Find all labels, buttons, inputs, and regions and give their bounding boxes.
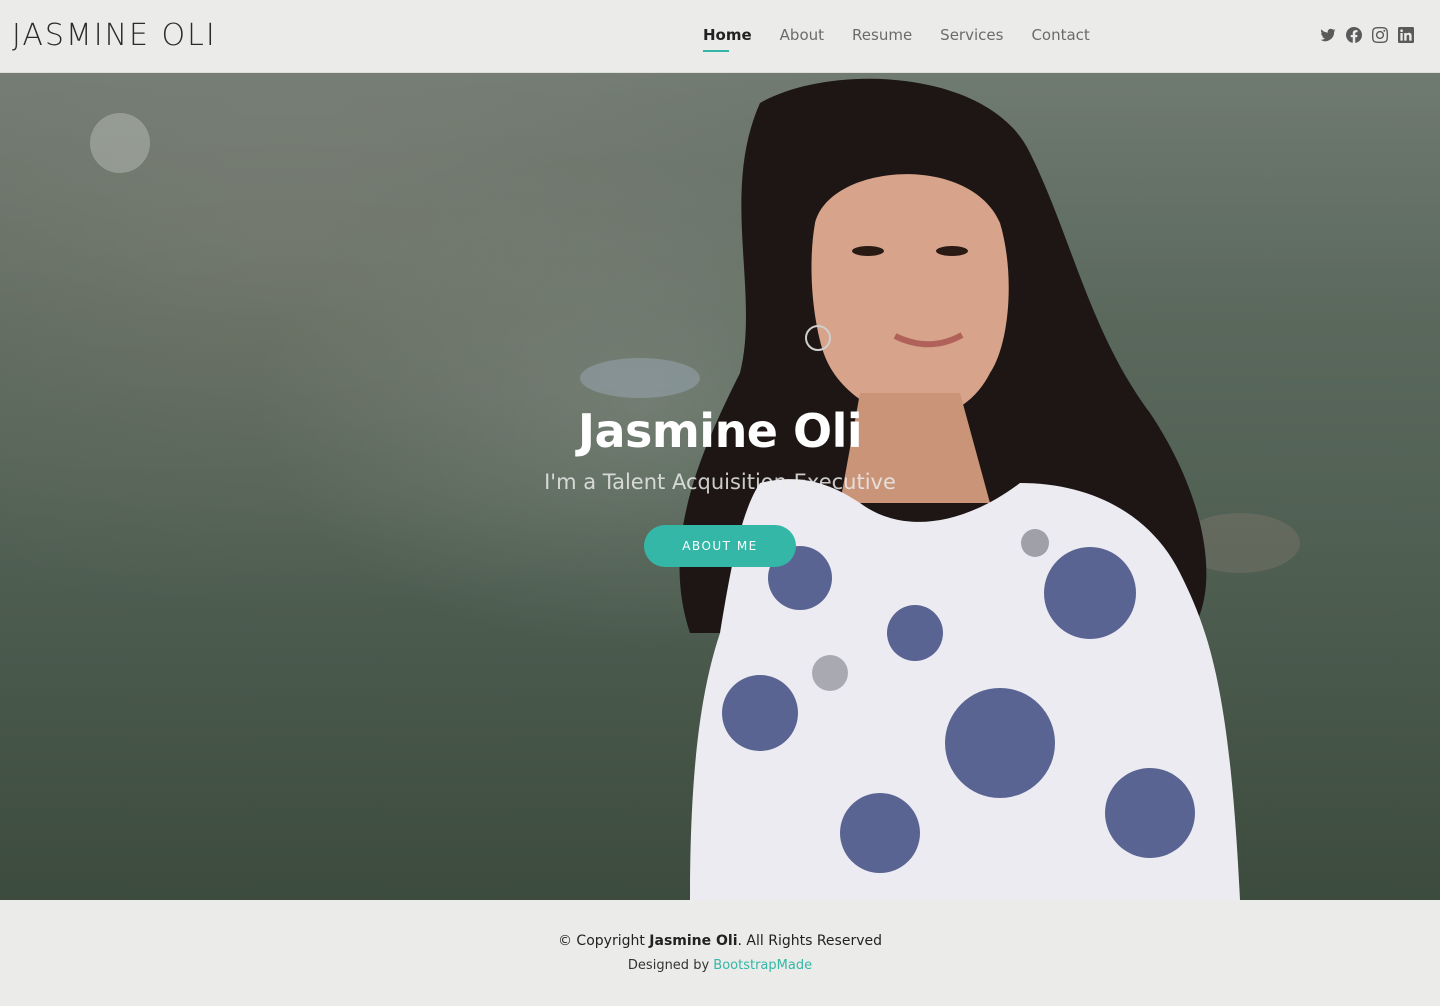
about-me-button[interactable]: About Me	[644, 525, 796, 567]
credits-prefix: Designed by	[627, 958, 710, 973]
twitter-icon[interactable]	[1320, 26, 1336, 44]
nav-services[interactable]: Services	[940, 26, 1003, 52]
instagram-icon[interactable]	[1372, 26, 1388, 44]
facebook-icon[interactable]	[1346, 26, 1362, 44]
nav-contact[interactable]: Contact	[1031, 26, 1089, 52]
copyright-suffix: . All Rights Reserved	[737, 933, 882, 949]
copyright-prefix: © Copyright	[557, 933, 645, 949]
nav-resume[interactable]: Resume	[852, 26, 912, 52]
site-logo[interactable]: JASMINE OLI	[12, 17, 217, 55]
nav-home[interactable]: Home	[703, 26, 752, 52]
designer-link[interactable]: BootstrapMade	[713, 958, 812, 973]
main-nav: Home About Resume Services Contact	[703, 26, 1090, 52]
linkedin-icon[interactable]	[1398, 26, 1414, 44]
hero-subtitle: I'm a Talent Acquisition Executive	[544, 470, 896, 494]
site-footer: © Copyright Jasmine Oli. All Rights Rese…	[0, 900, 1440, 1006]
site-header: JASMINE OLI Home About Resume Services C…	[0, 0, 1440, 73]
hero-title: Jasmine Oli	[577, 404, 863, 458]
credits-text: Designed by BootstrapMade	[0, 957, 1440, 975]
nav-about[interactable]: About	[780, 26, 824, 52]
copyright-text: © Copyright Jasmine Oli. All Rights Rese…	[0, 932, 1440, 950]
hero-section: Jasmine Oli I'm a Talent Acquisition Exe…	[0, 73, 1440, 900]
copyright-name: Jasmine Oli	[649, 933, 738, 949]
hero-content: Jasmine Oli I'm a Talent Acquisition Exe…	[0, 403, 1440, 567]
social-links	[1320, 26, 1414, 44]
